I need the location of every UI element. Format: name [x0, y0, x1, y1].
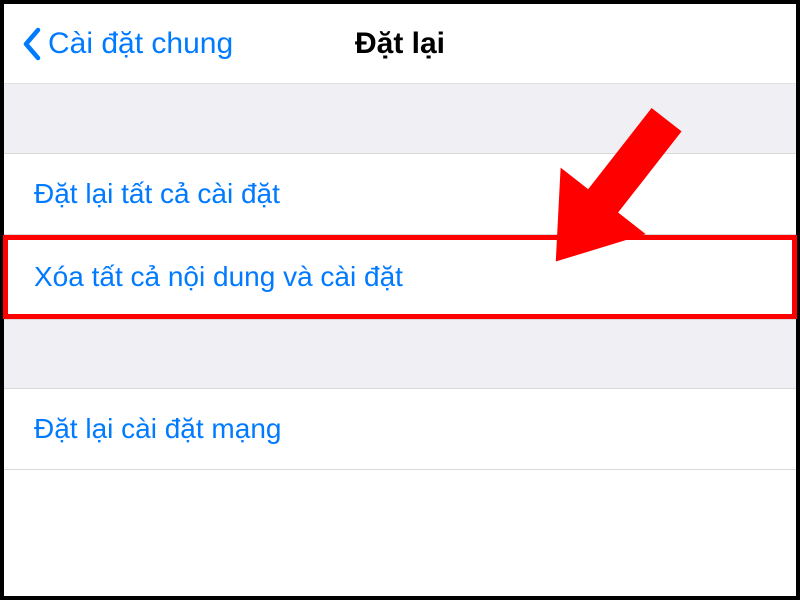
item-label: Xóa tất cả nội dung và cài đặt: [34, 261, 403, 292]
back-label: Cài đặt chung: [48, 27, 233, 61]
section-spacer: [4, 84, 796, 154]
page-title: Đặt lại: [355, 27, 445, 61]
reset-all-settings[interactable]: Đặt lại tất cả cài đặt: [4, 154, 796, 235]
settings-list: Đặt lại cài đặt mạng: [4, 389, 796, 470]
reset-network-settings[interactable]: Đặt lại cài đặt mạng: [4, 389, 796, 470]
section-spacer: [4, 319, 796, 389]
back-button[interactable]: Cài đặt chung: [4, 27, 233, 61]
chevron-left-icon: [22, 27, 42, 61]
erase-all-content[interactable]: Xóa tất cả nội dung và cài đặt: [3, 235, 797, 319]
nav-header: Cài đặt chung Đặt lại: [4, 4, 796, 84]
item-label: Đặt lại tất cả cài đặt: [34, 178, 280, 209]
item-label: Đặt lại cài đặt mạng: [34, 413, 281, 444]
settings-list: Đặt lại tất cả cài đặt Xóa tất cả nội du…: [4, 154, 796, 319]
